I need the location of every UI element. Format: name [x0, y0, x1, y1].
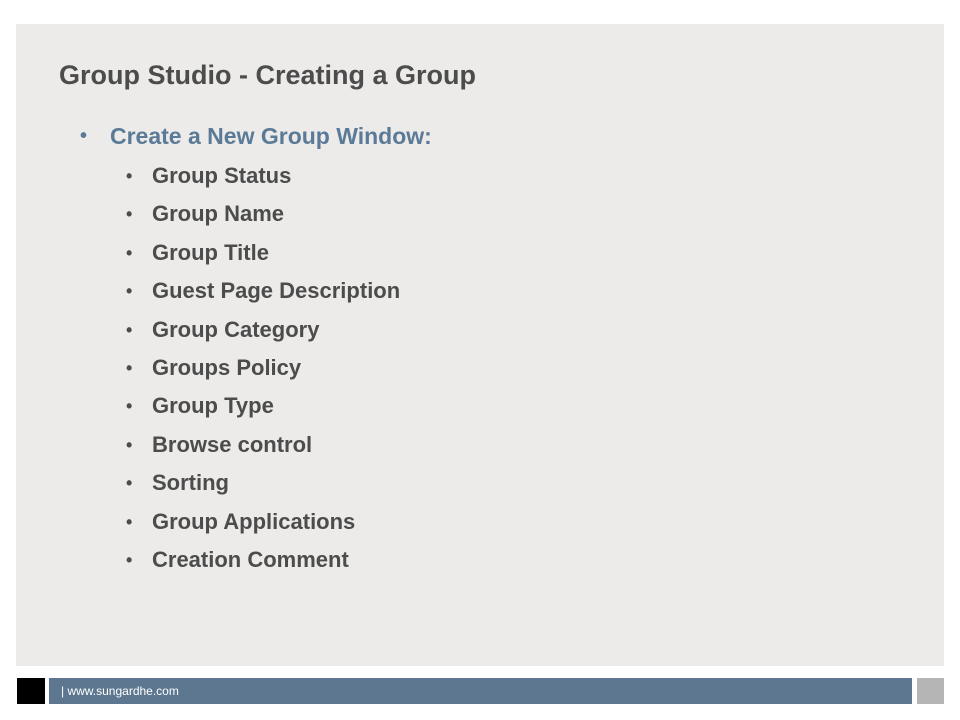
- sub-bullet-label: Group Type: [152, 393, 274, 419]
- sub-bullet-list: • Group Status • Group Name • Group Title • Gue…: [126, 157, 400, 579]
- sub-bullet-item: • Group Status: [126, 157, 400, 195]
- bullet-icon: •: [126, 319, 133, 340]
- sub-bullet-item: • Group Category: [126, 311, 400, 349]
- slide-title: Group Studio - Creating a Group: [59, 60, 476, 90]
- sub-bullet-label: Groups Policy: [152, 354, 302, 380]
- sub-bullet-item: • Creation Comment: [126, 541, 400, 579]
- sub-bullet-label: Group Category: [152, 316, 320, 342]
- sub-bullet-item: • Group Applications: [126, 503, 400, 541]
- bullet-icon: •: [126, 396, 133, 417]
- bullet-icon: •: [126, 242, 133, 263]
- bullet-icon: •: [126, 281, 133, 302]
- sub-bullet-item: • Group Name: [126, 195, 400, 233]
- bullet-icon: •: [80, 125, 88, 147]
- sub-bullet-label: Group Status: [152, 163, 292, 188]
- sub-bullet-label: Browse control: [152, 431, 313, 457]
- sub-bullet-label: Creation Comment: [152, 546, 349, 572]
- sub-bullet-item: • Sorting: [126, 464, 400, 502]
- sub-bullet-label: Group Applications: [152, 508, 356, 534]
- bullet-icon: •: [126, 357, 133, 378]
- level1-bullet-label: Create a New Group Window:: [110, 123, 432, 149]
- footer-grey-square: [917, 678, 944, 704]
- sub-bullet-item: • Guest Page Description: [126, 272, 400, 310]
- bullet-icon: •: [126, 549, 133, 570]
- footer-bar: | www.sungardhe.com: [49, 678, 912, 704]
- sub-bullet-item: • Group Title: [126, 234, 400, 272]
- footer-black-square: [17, 678, 45, 704]
- bullet-icon: •: [126, 204, 133, 225]
- level1-bullet-list: • Create a New Group Window:: [80, 119, 432, 153]
- sub-bullet-label: Sorting: [152, 470, 229, 496]
- bullet-icon: •: [126, 511, 133, 532]
- footer-url: | www.sungardhe.com: [61, 684, 179, 698]
- sub-bullet-item: • Group Type: [126, 387, 400, 425]
- level1-bullet: • Create a New Group Window:: [80, 119, 432, 153]
- bullet-icon: •: [126, 166, 133, 186]
- sub-bullet-item: • Groups Policy: [126, 349, 400, 387]
- bullet-icon: •: [126, 473, 133, 494]
- bullet-icon: •: [126, 434, 133, 455]
- sub-bullet-label: Group Name: [152, 201, 285, 227]
- sub-bullet-item: • Browse control: [126, 426, 400, 464]
- sub-bullet-label: Guest Page Description: [152, 278, 401, 304]
- sub-bullet-label: Group Title: [152, 239, 269, 265]
